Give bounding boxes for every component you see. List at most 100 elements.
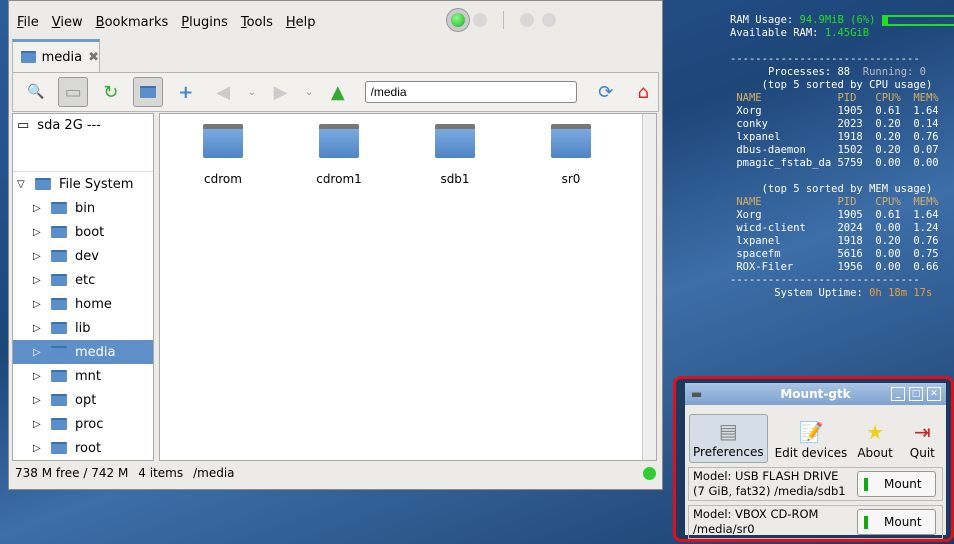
file-name: cdrom1 (316, 172, 362, 186)
running-count: Running: 0 (862, 66, 926, 78)
process-row: wicd-client 2024 0.00 1.24 (730, 222, 939, 234)
folder-icon (21, 51, 36, 63)
close-tab-icon[interactable]: ✖ (88, 50, 99, 65)
folder-icon (203, 124, 243, 158)
title-bar: ▬ Mount-gtk _ □ ✕ (685, 383, 946, 405)
quit-button[interactable]: ⇥ Quit (900, 416, 938, 463)
minimize-button[interactable]: _ (891, 387, 905, 401)
folder-icon (51, 442, 67, 454)
tree-item-label: root (75, 440, 102, 456)
file-list: cdrom cdrom1 sdb1 sr0 (159, 113, 657, 461)
file-item[interactable]: sdb1 (410, 124, 500, 186)
process-count: Processes: 88 (767, 66, 851, 78)
status-bar: 738 M free / 742 M 4 items /media (15, 466, 235, 480)
home-button[interactable]: ⌂ (629, 77, 658, 107)
device-sda[interactable]: ▭ sda 2G --- (13, 114, 153, 136)
folder-icon (51, 370, 67, 382)
folder-icon (51, 346, 67, 358)
expand-icon[interactable]: ▷ (33, 419, 43, 430)
scrollbar[interactable] (642, 114, 656, 460)
expand-icon[interactable]: ▷ (33, 299, 43, 310)
properties-button[interactable]: 🔍 (21, 77, 50, 107)
tree-root[interactable]: ▽ File System (13, 172, 153, 196)
path-input[interactable] (364, 81, 578, 103)
expand-icon[interactable]: ▷ (33, 395, 43, 406)
panel-3-toggle[interactable] (520, 13, 534, 27)
tree-item-label: opt (75, 392, 97, 408)
quit-label: Quit (909, 446, 935, 460)
close-button[interactable]: ✕ (927, 387, 941, 401)
uptime-value: 0h 18m 17s (869, 287, 933, 299)
tree-item-label: dev (75, 248, 99, 264)
tab-media[interactable]: media ✖ (12, 39, 100, 72)
process-row: lxpanel 1918 0.20 0.76 (730, 235, 939, 247)
panel-1-toggle[interactable] (451, 13, 465, 27)
menu-plugins[interactable]: Plugins (181, 15, 228, 30)
expand-icon[interactable]: ▷ (33, 251, 43, 262)
tree-item-mnt[interactable]: ▷ mnt (13, 364, 153, 388)
menu-view[interactable]: View (52, 15, 83, 30)
new-tab-button[interactable]: + (171, 77, 200, 107)
expand-icon[interactable]: ▷ (33, 443, 43, 454)
file-item[interactable]: cdrom (178, 124, 268, 186)
expand-icon[interactable]: ▷ (33, 203, 43, 214)
tree-item-dev[interactable]: ▷ dev (13, 244, 153, 268)
tree-item-root[interactable]: ▷ root (13, 436, 153, 460)
device-scrollbar[interactable] (13, 136, 153, 172)
file-manager-window: File View Bookmarks Plugins Tools Help m… (8, 0, 663, 490)
toolbar: 🔍 ▭ ↻ + ◀ ⌄ ▶ ⌄ ▲ ⟳ ⌂ (12, 72, 659, 112)
file-item[interactable]: cdrom1 (294, 124, 384, 186)
status-path: /media (193, 466, 235, 480)
folder-icon (51, 322, 67, 334)
tree-item-bin[interactable]: ▷ bin (13, 196, 153, 220)
cpu-header: (top 5 sorted by CPU usage) (761, 79, 933, 91)
menu-tools[interactable]: Tools (241, 15, 273, 30)
tree-item-lib[interactable]: ▷ lib (13, 316, 153, 340)
panel-4-toggle[interactable] (542, 13, 556, 27)
star-icon: ★ (866, 420, 885, 444)
tree-item-proc[interactable]: ▷ proc (13, 412, 153, 436)
expand-icon[interactable]: ▷ (33, 347, 43, 358)
back-button[interactable]: ◀ (208, 77, 237, 107)
expand-icon[interactable]: ▷ (33, 275, 43, 286)
preferences-icon: ▤ (718, 419, 738, 443)
tree-item-media[interactable]: ▷ media (13, 340, 153, 364)
forward-history-icon[interactable]: ⌄ (303, 77, 315, 107)
about-button[interactable]: ★ About (854, 416, 895, 463)
column-headers: NAME PID CPU% MEM% (730, 92, 939, 104)
tree-item-boot[interactable]: ▷ boot (13, 220, 153, 244)
tree-item-etc[interactable]: ▷ etc (13, 268, 153, 292)
refresh-tree-button[interactable]: ↻ (96, 77, 125, 107)
device-row: Model: VBOX CD-ROM/media/sr0 Mount (688, 505, 943, 539)
expand-icon[interactable]: ▷ (33, 227, 43, 238)
mount-button[interactable]: Mount (857, 471, 936, 497)
folder-icon (140, 86, 157, 98)
menu-file[interactable]: File (17, 15, 39, 30)
folder-icon (51, 394, 67, 406)
tree-item-home[interactable]: ▷ home (13, 292, 153, 316)
edit-devices-button[interactable]: 📝 Edit devices (772, 416, 851, 463)
back-history-icon[interactable]: ⌄ (246, 77, 258, 107)
folder-icon (35, 178, 51, 190)
menu-help[interactable]: Help (286, 15, 316, 30)
reload-button[interactable]: ⟳ (591, 77, 620, 107)
expand-icon[interactable]: ▷ (33, 323, 43, 334)
forward-button[interactable]: ▶ (266, 77, 295, 107)
up-button[interactable]: ▲ (323, 77, 352, 107)
mount-button[interactable]: Mount (857, 509, 936, 535)
devices-button[interactable]: ▭ (58, 77, 88, 107)
preferences-button[interactable]: ▤ Preferences (689, 414, 768, 463)
about-label: About (857, 446, 893, 460)
maximize-button[interactable]: □ (909, 387, 923, 401)
device-label: sda 2G --- (37, 117, 101, 133)
menu-bookmarks[interactable]: Bookmarks (96, 15, 169, 30)
expand-icon[interactable]: ▷ (33, 371, 43, 382)
tree-root-label: File System (59, 176, 134, 192)
tree-item-opt[interactable]: ▷ opt (13, 388, 153, 412)
expanded-icon: ▽ (17, 178, 25, 190)
tree-button[interactable] (133, 77, 163, 107)
panel-2-toggle[interactable] (473, 13, 487, 27)
file-item[interactable]: sr0 (526, 124, 616, 186)
process-row: lxpanel 1918 0.20 0.76 (730, 131, 939, 143)
folder-icon (51, 274, 67, 286)
